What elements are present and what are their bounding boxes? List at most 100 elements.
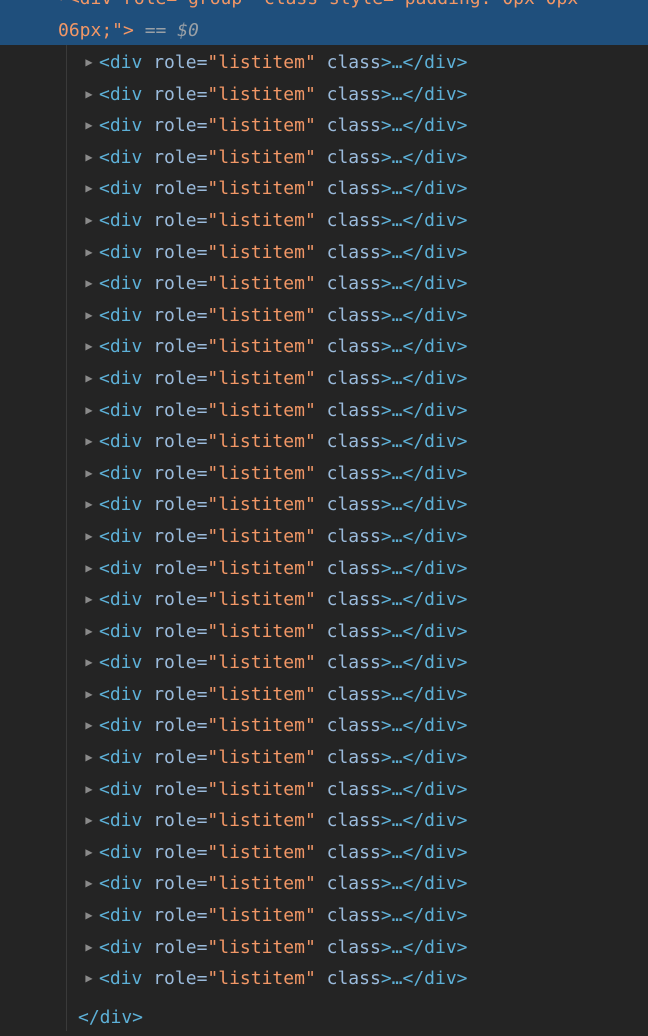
triangle-right-icon[interactable]: ▶ bbox=[82, 205, 96, 237]
triangle-right-icon[interactable]: ▶ bbox=[82, 426, 96, 458]
tree-row-listitem[interactable]: ▶ <div role="listitem" class>…</div> bbox=[0, 963, 648, 995]
selected-node-line1: ‣<div role="group" class style="padding:… bbox=[58, 0, 578, 10]
tree-row-code: <div role="listitem" class>…</div> bbox=[99, 837, 468, 869]
triangle-right-icon[interactable]: ▶ bbox=[82, 679, 96, 711]
tag-open: <div bbox=[99, 936, 143, 958]
tree-row-listitem[interactable]: ▶ <div role="listitem" class>…</div> bbox=[0, 79, 648, 111]
triangle-right-icon[interactable]: ▶ bbox=[82, 553, 96, 585]
tree-row-listitem[interactable]: ▶ <div role="listitem" class>…</div> bbox=[0, 647, 648, 679]
triangle-right-icon[interactable]: ▶ bbox=[82, 237, 96, 269]
tree-row-listitem[interactable]: ▶ <div role="listitem" class>…</div> bbox=[0, 742, 648, 774]
class-attribute: class bbox=[326, 273, 381, 295]
triangle-right-icon[interactable]: ▶ bbox=[82, 900, 96, 932]
tree-row-listitem[interactable]: ▶ <div role="listitem" class>…</div> bbox=[0, 489, 648, 521]
class-attribute: class bbox=[326, 747, 381, 769]
tree-row-listitem[interactable]: ▶ <div role="listitem" class>…</div> bbox=[0, 173, 648, 205]
tree-row-code: <div role="listitem" class>…</div> bbox=[99, 805, 468, 837]
elements-panel: ‣<div role="group" class style="padding:… bbox=[0, 0, 648, 1036]
triangle-right-icon[interactable]: ▶ bbox=[82, 710, 96, 742]
triangle-right-icon[interactable]: ▶ bbox=[82, 489, 96, 521]
triangle-right-icon[interactable]: ▶ bbox=[82, 331, 96, 363]
tree-row-listitem[interactable]: ▶ <div role="listitem" class>…</div> bbox=[0, 205, 648, 237]
attribute-name: role bbox=[153, 146, 197, 168]
triangle-right-icon[interactable]: ▶ bbox=[82, 173, 96, 205]
attribute-value: "listitem" bbox=[207, 810, 316, 832]
triangle-right-icon[interactable]: ▶ bbox=[82, 142, 96, 174]
tree-row-listitem[interactable]: ▶ <div role="listitem" class>…</div> bbox=[0, 395, 648, 427]
triangle-right-icon[interactable]: ▶ bbox=[82, 395, 96, 427]
tree-row-code: <div role="listitem" class>…</div> bbox=[99, 268, 468, 300]
tree-row-listitem[interactable]: ▶ <div role="listitem" class>…</div> bbox=[0, 268, 648, 300]
tree-row-listitem[interactable]: ▶ <div role="listitem" class>…</div> bbox=[0, 331, 648, 363]
triangle-right-icon[interactable]: ▶ bbox=[82, 963, 96, 995]
triangle-right-icon[interactable]: ▶ bbox=[82, 110, 96, 142]
tree-row-code: <div role="listitem" class>…</div> bbox=[99, 679, 468, 711]
attribute-name: role bbox=[153, 462, 197, 484]
tree-row-listitem[interactable]: ▶ <div role="listitem" class>…</div> bbox=[0, 805, 648, 837]
triangle-right-icon[interactable]: ▶ bbox=[82, 521, 96, 553]
tree-row-listitem[interactable]: ▶ <div role="listitem" class>…</div> bbox=[0, 363, 648, 395]
attribute-equals: = bbox=[196, 115, 208, 137]
attribute-name: role bbox=[153, 905, 197, 927]
attribute-equals: = bbox=[196, 589, 208, 611]
tree-row-listitem[interactable]: ▶ <div role="listitem" class>…</div> bbox=[0, 774, 648, 806]
class-attribute: class bbox=[326, 620, 381, 642]
tree-row-listitem[interactable]: ▶ <div role="listitem" class>…</div> bbox=[0, 426, 648, 458]
triangle-right-icon[interactable]: ▶ bbox=[82, 742, 96, 774]
tree-row-listitem[interactable]: ▶ <div role="listitem" class>…</div> bbox=[0, 458, 648, 490]
triangle-right-icon[interactable]: ▶ bbox=[82, 47, 96, 79]
tree-row-listitem[interactable]: ▶ <div role="listitem" class>…</div> bbox=[0, 679, 648, 711]
attribute-value: "listitem" bbox=[207, 557, 316, 579]
tree-row-listitem[interactable]: ▶ <div role="listitem" class>…</div> bbox=[0, 868, 648, 900]
triangle-right-icon[interactable]: ▶ bbox=[82, 774, 96, 806]
triangle-right-icon[interactable]: ▶ bbox=[82, 932, 96, 964]
triangle-right-icon[interactable]: ▶ bbox=[82, 363, 96, 395]
tree-row-listitem[interactable]: ▶ <div role="listitem" class>…</div> bbox=[0, 110, 648, 142]
tree-row-listitem[interactable]: ▶ <div role="listitem" class>…</div> bbox=[0, 584, 648, 616]
triangle-right-icon[interactable]: ▶ bbox=[82, 79, 96, 111]
triangle-right-icon[interactable]: ▶ bbox=[82, 868, 96, 900]
tree-row-listitem[interactable]: ▶ <div role="listitem" class>…</div> bbox=[0, 521, 648, 553]
tag-collapsed-tail: >…</div> bbox=[380, 905, 468, 927]
triangle-right-icon[interactable]: ▶ bbox=[82, 805, 96, 837]
tree-row-listitem[interactable]: ▶ <div role="listitem" class>…</div> bbox=[0, 300, 648, 332]
tag-collapsed-tail: >…</div> bbox=[380, 778, 468, 800]
tree-row-listitem[interactable]: ▶ <div role="listitem" class>…</div> bbox=[0, 616, 648, 648]
tree-row-listitem[interactable]: ▶ <div role="listitem" class>…</div> bbox=[0, 237, 648, 269]
tag-open: <div bbox=[99, 778, 143, 800]
triangle-right-icon[interactable]: ▶ bbox=[82, 647, 96, 679]
selected-node-line2: 06px;"> == $0 bbox=[58, 19, 199, 43]
tree-row-listitem[interactable]: ▶ <div role="listitem" class>…</div> bbox=[0, 710, 648, 742]
attribute-equals: = bbox=[196, 778, 208, 800]
tree-row-listitem[interactable]: ▶ <div role="listitem" class>…</div> bbox=[0, 47, 648, 79]
tree-row-listitem[interactable]: ▶ <div role="listitem" class>…</div> bbox=[0, 932, 648, 964]
tree-row-listitem[interactable]: ▶ <div role="listitem" class>…</div> bbox=[0, 900, 648, 932]
tag-collapsed-tail: >…</div> bbox=[380, 620, 468, 642]
closing-tag-row[interactable]: </div> bbox=[78, 1005, 143, 1031]
tree-row-listitem[interactable]: ▶ <div role="listitem" class>…</div> bbox=[0, 553, 648, 585]
selected-node[interactable]: ‣<div role="group" class style="padding:… bbox=[0, 0, 648, 45]
triangle-right-icon[interactable]: ▶ bbox=[82, 300, 96, 332]
tree-row-listitem[interactable]: ▶ <div role="listitem" class>…</div> bbox=[0, 837, 648, 869]
triangle-right-icon[interactable]: ▶ bbox=[82, 837, 96, 869]
triangle-right-icon[interactable]: ▶ bbox=[82, 616, 96, 648]
attribute-name: role bbox=[153, 52, 197, 73]
triangle-right-icon[interactable]: ▶ bbox=[82, 584, 96, 616]
tree-row-listitem[interactable]: ▶ <div role="listitem" class>…</div> bbox=[0, 142, 648, 174]
attribute-value: "listitem" bbox=[207, 683, 316, 705]
triangle-right-icon[interactable]: ▶ bbox=[82, 268, 96, 300]
attribute-equals: = bbox=[196, 273, 208, 295]
class-attribute: class bbox=[326, 431, 381, 453]
attribute-equals: = bbox=[196, 336, 208, 358]
triangle-right-icon[interactable]: ▶ bbox=[82, 458, 96, 490]
